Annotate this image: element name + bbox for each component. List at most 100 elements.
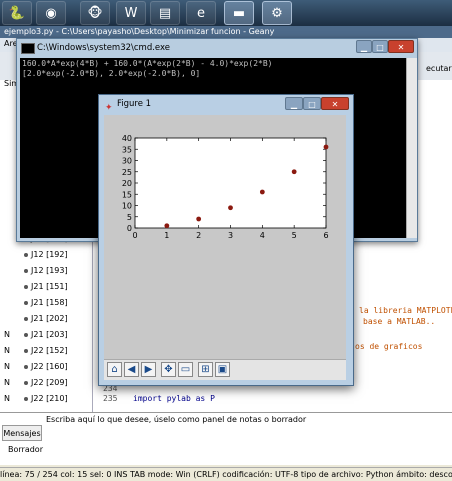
cmd-scrollbar[interactable] (406, 58, 417, 238)
tree-bullet-icon (24, 300, 28, 305)
scratch-text[interactable]: Escriba aquí lo que desee, úselo como pa… (46, 415, 306, 424)
tree-item-label: J21 [151] (31, 282, 68, 291)
y-tick-label: 35 (122, 145, 132, 154)
y-tick-label: 40 (122, 134, 132, 143)
cmd-minimize-button[interactable]: ▁ (356, 40, 372, 53)
ie-icon[interactable]: e (186, 1, 216, 25)
cmd-close-button[interactable]: ✕ (388, 40, 414, 53)
geany-title: ejemplo3.py - C:\Users\payasho\Desktop\M… (0, 26, 452, 38)
y-tick-label: 5 (127, 213, 132, 222)
symbol-tree-item[interactable]: J22 [152] (24, 346, 68, 355)
code-comment-2: base a MATLAB.. (363, 317, 436, 326)
figure-canvas[interactable]: 0 5 10 15 20 25 30 35 40 0 1 2 3 4 5 6 (104, 115, 346, 359)
symbol-tree-item[interactable]: J22 [210] (24, 394, 68, 403)
x-tick-label: 5 (292, 231, 297, 240)
tree-item-label: J22 [152] (31, 346, 68, 355)
code-comment-3: os de graficos (355, 342, 423, 351)
x-tick-label: 0 (132, 231, 137, 240)
minimize-button[interactable]: ▁ (285, 97, 303, 110)
chrome-icon[interactable]: ◉ (36, 1, 66, 25)
symbol-tree-item[interactable]: J12 [193] (24, 266, 68, 275)
symbol-category[interactable]: N (4, 378, 10, 387)
tree-bullet-icon (24, 284, 28, 289)
tree-item-label: J12 [193] (31, 266, 68, 275)
maximize-button[interactable]: □ (303, 97, 321, 110)
word-icon[interactable]: W (116, 1, 146, 25)
tree-bullet-icon (24, 348, 28, 353)
symbol-category[interactable]: N (4, 394, 10, 403)
cmd-maximize-button[interactable]: □ (372, 40, 388, 53)
python-file-icon[interactable]: 🐍 (2, 1, 32, 25)
folder-icon[interactable]: ▤ (150, 1, 180, 25)
y-tick-label: 25 (122, 168, 132, 177)
subplots-icon[interactable]: ⊞ (198, 362, 213, 377)
message-panel: Mensajes Borrador Escriba aquí lo que de… (0, 412, 452, 465)
symbol-category[interactable]: N (4, 330, 10, 339)
data-point (291, 169, 297, 175)
tab-scratch[interactable]: Borrador (8, 445, 43, 454)
figure-window: ✦ Figure 1 ▁ □ ✕ 0 5 10 15 20 25 30 35 40 0 1 2 3 4 5 6… (98, 94, 354, 386)
y-tick-label: 30 (122, 157, 132, 166)
tree-bullet-icon (24, 396, 28, 401)
data-point (228, 205, 233, 211)
status-bar: línea: 75 / 254 col: 15 sel: 0 INS TAB m… (0, 467, 452, 481)
close-button[interactable]: ✕ (321, 97, 349, 110)
tree-item-label: J21 [203] (31, 330, 68, 339)
back-icon[interactable]: ◀ (124, 362, 139, 377)
symbol-tree-item[interactable]: J22 [209] (24, 378, 68, 387)
data-point (196, 216, 202, 222)
x-tick-label: 3 (228, 231, 233, 240)
y-tick-label: 0 (127, 224, 132, 233)
symbol-tree-item[interactable]: J22 [160] (24, 362, 68, 371)
symbol-tree-item[interactable]: J21 [202] (24, 314, 68, 323)
code-line: import pylab as P (133, 394, 215, 403)
symbol-tree-item[interactable]: J21 [158] (24, 298, 68, 307)
tree-bullet-icon (24, 332, 28, 337)
symbol-category[interactable]: N (4, 362, 10, 371)
tree-item-label: J21 [202] (31, 314, 68, 323)
cmd-title-text: C:\Windows\system32\cmd.exe (37, 43, 171, 53)
x-tick-label: 2 (196, 231, 201, 240)
tab-messages[interactable]: Mensajes (2, 425, 42, 441)
x-tick-label: 1 (164, 231, 169, 240)
tree-bullet-icon (24, 252, 28, 257)
tree-bullet-icon (24, 316, 28, 321)
scatter-chart: 05101520253035400 1 2 3 4 5 6 (122, 134, 329, 240)
figure-title: Figure 1 (117, 99, 152, 109)
tree-item-label: J12 [192] (31, 250, 68, 259)
symbol-category[interactable]: N (4, 346, 10, 355)
x-tick-label: 6 (323, 231, 328, 240)
code-comment-1: la libreria MATPLOTL (359, 306, 452, 315)
symbol-tree-item[interactable]: J12 [192] (24, 250, 68, 259)
tree-bullet-icon (24, 268, 28, 273)
data-point (259, 189, 265, 195)
taskbar: 🐍 ◉ 🐵 W ▤ e ▬ ⚙ (0, 0, 452, 26)
y-tick-label: 20 (122, 179, 132, 188)
pan-icon[interactable]: ✥ (161, 362, 176, 377)
figure-titlebar[interactable]: ✦ Figure 1 ▁ □ ✕ (99, 95, 353, 113)
home-icon[interactable]: ⌂ (107, 362, 122, 377)
console-line: 160.0*A*exp(4*B) + 160.0*(A*exp(2*B) - 4… (22, 59, 273, 68)
tree-item-label: J22 [209] (31, 378, 68, 387)
figure-toolbar: ⌂ ◀ ▶ ✥ ▭ ⊞ ▣ (104, 359, 346, 380)
monkey-icon[interactable]: 🐵 (80, 1, 110, 25)
tree-item-label: J22 [210] (31, 394, 68, 403)
cmd-icon (21, 43, 35, 54)
execute-button[interactable]: ecutar (426, 64, 452, 73)
y-tick-label: 10 (122, 202, 132, 211)
symbol-tree-item[interactable]: J21 [203] (24, 330, 68, 339)
symbol-tree-item[interactable]: J21 [151] (24, 282, 68, 291)
line-number: 235 (103, 394, 118, 403)
save-icon[interactable]: ▣ (215, 362, 230, 377)
data-point (164, 223, 170, 229)
tree-bullet-icon (24, 364, 28, 369)
forward-icon[interactable]: ▶ (141, 362, 156, 377)
x-tick-label: 4 (260, 231, 265, 240)
zoom-icon[interactable]: ▭ (178, 362, 193, 377)
tree-item-label: J22 [160] (31, 362, 68, 371)
y-tick-label: 15 (122, 190, 132, 199)
python-icon[interactable]: ⚙ (262, 1, 292, 25)
cmd-icon[interactable]: ▬ (224, 1, 254, 25)
data-point (323, 144, 329, 150)
console-line: [2.0*exp(-2.0*B), 2.0*exp(-2.0*B), 0] (22, 69, 201, 78)
